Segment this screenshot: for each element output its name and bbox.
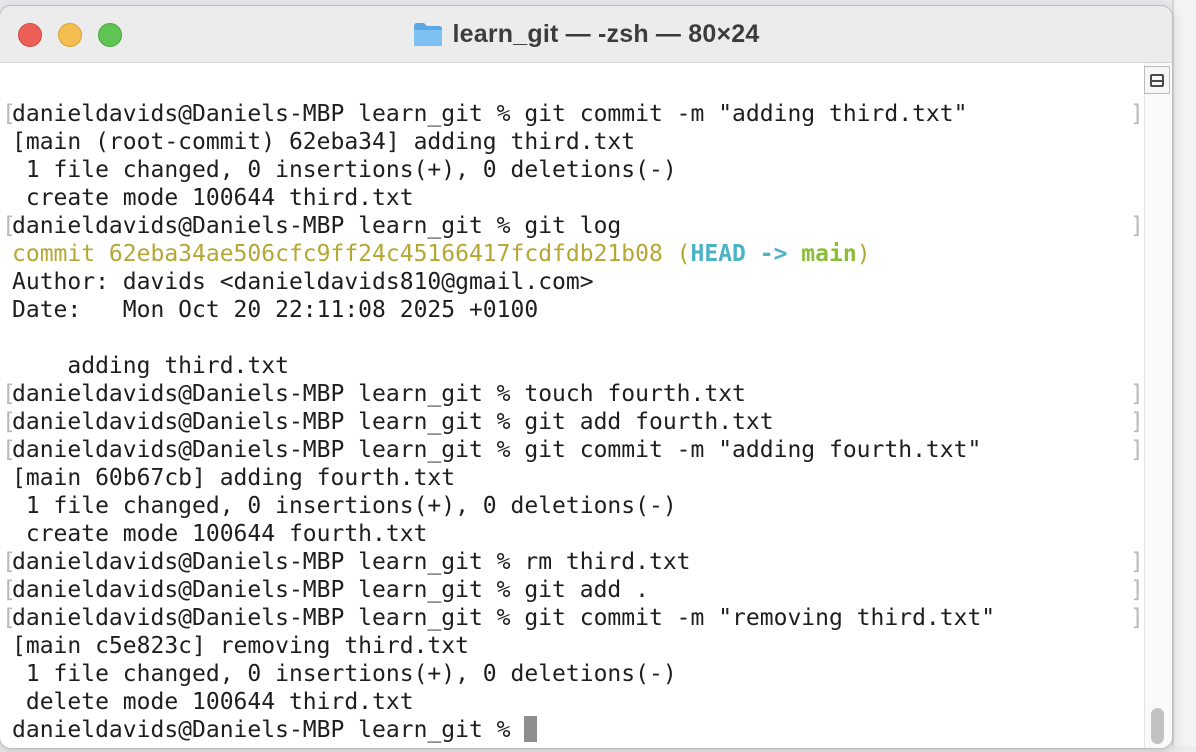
terminal-line: danieldavids@Daniels-MBP learn_git % git…	[2, 408, 1144, 436]
terminal-line-text: danieldavids@Daniels-MBP learn_git % git…	[12, 101, 968, 127]
terminal-line-text: danieldavids@Daniels-MBP learn_git % git…	[12, 409, 774, 435]
terminal-line: Author: davids <danieldavids810@gmail.co…	[12, 268, 995, 296]
command-mark-left: [	[2, 437, 16, 463]
prompt-line[interactable]: danieldavids@Daniels-MBP learn_git %	[12, 716, 995, 744]
terminal-content[interactable]: danieldavids@Daniels-MBP learn_git % git…	[0, 63, 1144, 748]
terminal-line-text: [main c5e823c] removing third.txt	[12, 633, 469, 659]
title-bar[interactable]: learn_git — -zsh — 80×24	[0, 6, 1172, 63]
command-mark-left: [	[2, 213, 16, 239]
command-mark-right: ]	[1130, 213, 1144, 239]
terminal-line: 1 file changed, 0 insertions(+), 0 delet…	[12, 156, 995, 184]
terminal-line-text: Date: Mon Oct 20 22:11:08 2025 +0100	[12, 297, 539, 323]
head-ref: HEAD ->	[690, 241, 802, 267]
terminal-line: [main (root-commit) 62eba34] adding thir…	[12, 128, 995, 156]
terminal-line-text: danieldavids@Daniels-MBP learn_git % git…	[12, 577, 649, 603]
terminal-line: create mode 100644 third.txt	[12, 184, 995, 212]
text-cursor	[524, 716, 538, 742]
scrollbar-thumb[interactable]	[1151, 708, 1164, 744]
folder-icon	[413, 21, 443, 47]
branch-ref: main	[801, 241, 857, 267]
terminal-line: [main c5e823c] removing third.txt	[12, 632, 995, 660]
split-pane-button[interactable]	[1144, 66, 1170, 94]
terminal-line-text: danieldavids@Daniels-MBP learn_git % git…	[12, 437, 982, 463]
command-mark-right: ]	[1130, 577, 1144, 603]
terminal-output[interactable]: danieldavids@Daniels-MBP learn_git % git…	[2, 100, 1144, 744]
command-mark-left: [	[2, 409, 16, 435]
command-mark-left: [	[2, 101, 16, 127]
command-mark-right: ]	[1130, 409, 1144, 435]
terminal-line: danieldavids@Daniels-MBP learn_git % rm …	[2, 548, 1144, 576]
command-mark-left: [	[2, 577, 16, 603]
terminal-line: [main 60b67cb] adding fourth.txt	[12, 464, 995, 492]
terminal-line: delete mode 100644 third.txt	[12, 688, 995, 716]
terminal-line-text: 1 file changed, 0 insertions(+), 0 delet…	[12, 661, 677, 687]
terminal-line-text: create mode 100644 fourth.txt	[12, 521, 428, 547]
terminal-line: danieldavids@Daniels-MBP learn_git % git…	[2, 212, 1144, 240]
terminal-line: danieldavids@Daniels-MBP learn_git % git…	[2, 576, 1144, 604]
command-mark-left: [	[2, 549, 16, 575]
window-title-group: learn_git — -zsh — 80×24	[0, 6, 1172, 62]
terminal-line: danieldavids@Daniels-MBP learn_git % git…	[2, 604, 1144, 632]
terminal-line-text: [main 60b67cb] adding fourth.txt	[12, 465, 456, 491]
terminal-line: create mode 100644 fourth.txt	[12, 520, 995, 548]
background-window-edge	[1172, 0, 1196, 752]
command-mark-right: ]	[1130, 437, 1144, 463]
terminal-line-text: 1 file changed, 0 insertions(+), 0 delet…	[12, 157, 677, 183]
terminal-line-text: Author: davids <danieldavids810@gmail.co…	[12, 269, 594, 295]
terminal-line: 1 file changed, 0 insertions(+), 0 delet…	[12, 660, 995, 688]
terminal-line: danieldavids@Daniels-MBP learn_git % git…	[2, 100, 1144, 128]
split-pane-icon	[1150, 73, 1164, 87]
terminal-line-text: danieldavids@Daniels-MBP learn_git % git…	[12, 213, 622, 239]
commit-hash: commit 62eba34ae506cfc9ff24c45166417fcdf…	[12, 241, 691, 267]
terminal-line-text: danieldavids@Daniels-MBP learn_git % git…	[12, 605, 996, 631]
terminal-line-text: delete mode 100644 third.txt	[12, 689, 414, 715]
terminal-line-text: [main (root-commit) 62eba34] adding thir…	[12, 129, 636, 155]
command-mark-right: ]	[1130, 549, 1144, 575]
window-title: learn_git — -zsh — 80×24	[452, 19, 760, 48]
terminal-line: commit 62eba34ae506cfc9ff24c45166417fcdf…	[12, 240, 995, 268]
terminal-line-text: danieldavids@Daniels-MBP learn_git % tou…	[12, 381, 746, 407]
terminal-line: Date: Mon Oct 20 22:11:08 2025 +0100	[12, 296, 995, 324]
command-mark-right: ]	[1130, 381, 1144, 407]
terminal-line-text: 1 file changed, 0 insertions(+), 0 delet…	[12, 493, 677, 519]
terminal-window: learn_git — -zsh — 80×24 danieldavids@Da…	[0, 6, 1172, 748]
command-mark-right: ]	[1130, 605, 1144, 631]
terminal-line: danieldavids@Daniels-MBP learn_git % tou…	[2, 380, 1144, 408]
terminal-line-text: danieldavids@Daniels-MBP learn_git % rm …	[12, 549, 691, 575]
terminal-line: 1 file changed, 0 insertions(+), 0 delet…	[12, 492, 995, 520]
terminal-line: adding third.txt	[12, 352, 995, 380]
terminal-line-text: adding third.txt	[12, 353, 289, 379]
terminal-line-text: create mode 100644 third.txt	[12, 185, 414, 211]
shell-prompt: danieldavids@Daniels-MBP learn_git %	[12, 717, 525, 743]
command-mark-left: [	[2, 605, 16, 631]
commit-paren: )	[856, 241, 871, 267]
scroll-track[interactable]	[1144, 63, 1172, 748]
terminal-line: danieldavids@Daniels-MBP learn_git % git…	[2, 436, 1144, 464]
command-mark-left: [	[2, 381, 16, 407]
command-mark-right: ]	[1130, 101, 1144, 127]
